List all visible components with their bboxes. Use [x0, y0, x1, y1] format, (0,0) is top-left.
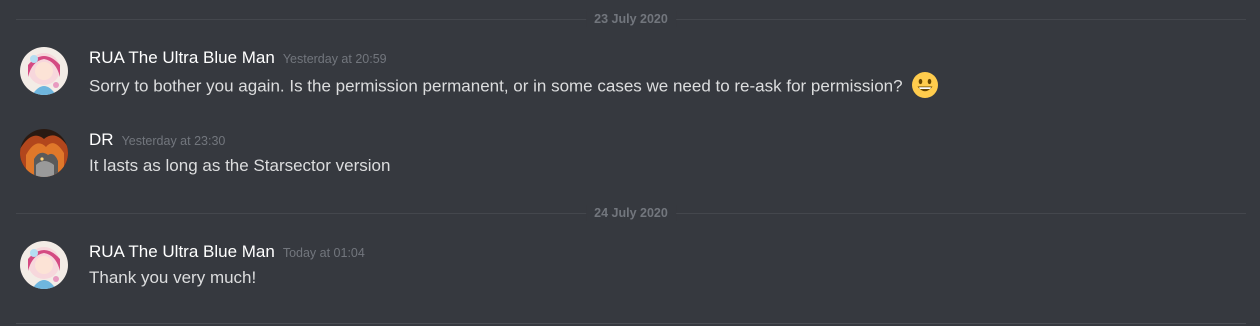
fiery-creature-avatar-icon	[20, 129, 68, 177]
message-header: RUA The Ultra Blue Man Today at 01:04	[89, 241, 365, 264]
date-divider-label: 23 July 2020	[586, 11, 676, 27]
chat-log: 23 July 2020 RUA The Ultra Blue Man Yeste…	[0, 0, 1260, 326]
bottom-divider	[16, 323, 1246, 324]
username[interactable]: RUA The Ultra Blue Man	[89, 242, 275, 261]
message-group: RUA The Ultra Blue Man Today at 01:04 Tha…	[0, 241, 1260, 293]
timestamp[interactable]: Yesterday at 20:59	[283, 52, 387, 66]
message-header: RUA The Ultra Blue Man Yesterday at 20:59	[89, 47, 387, 70]
avatar[interactable]	[20, 47, 68, 95]
message-content: Sorry to bother you again. Is the permis…	[89, 72, 939, 99]
message-header: DR Yesterday at 23:30	[89, 129, 225, 152]
grinning-face-icon[interactable]	[911, 71, 939, 99]
anime-girl-avatar-icon	[20, 241, 68, 289]
username[interactable]: RUA The Ultra Blue Man	[89, 48, 275, 67]
message-text: Thank you very much!	[89, 268, 257, 287]
message-text: Sorry to bother you again. Is the permis…	[89, 76, 903, 96]
anime-girl-avatar-icon	[20, 47, 68, 95]
avatar[interactable]	[20, 129, 68, 177]
message-group: DR Yesterday at 23:30 It lasts as long as…	[0, 129, 1260, 181]
message-text: It lasts as long as the Starsector versi…	[89, 156, 391, 175]
timestamp[interactable]: Yesterday at 23:30	[122, 134, 226, 148]
avatar[interactable]	[20, 241, 68, 289]
date-divider-label: 24 July 2020	[586, 205, 676, 221]
message-group: RUA The Ultra Blue Man Yesterday at 20:59…	[0, 47, 1260, 99]
username[interactable]: DR	[89, 130, 114, 149]
message-content: It lasts as long as the Starsector versi…	[89, 155, 390, 177]
date-divider: 23 July 2020	[16, 11, 1246, 27]
message-content: Thank you very much!	[89, 267, 256, 289]
date-divider: 24 July 2020	[16, 205, 1246, 221]
timestamp[interactable]: Today at 01:04	[283, 246, 365, 260]
